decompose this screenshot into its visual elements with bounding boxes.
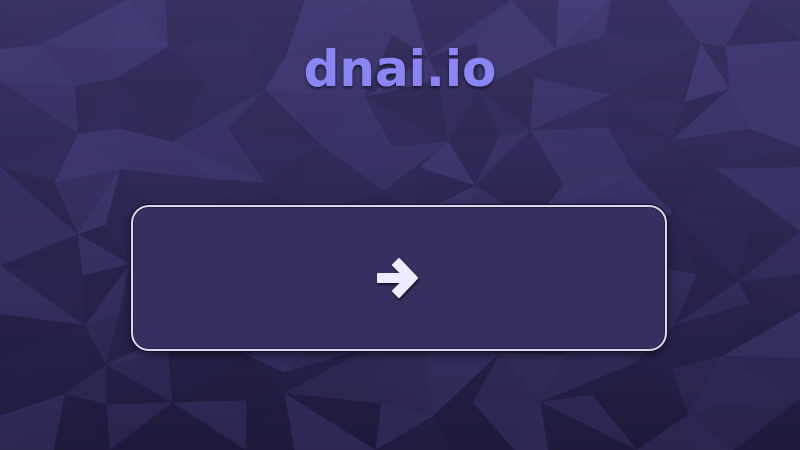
arrow-right-icon [377,258,418,298]
continue-button[interactable] [131,205,667,351]
logo-text: dnai.io [304,40,497,98]
dnai-logo: dnai.io [304,40,497,98]
